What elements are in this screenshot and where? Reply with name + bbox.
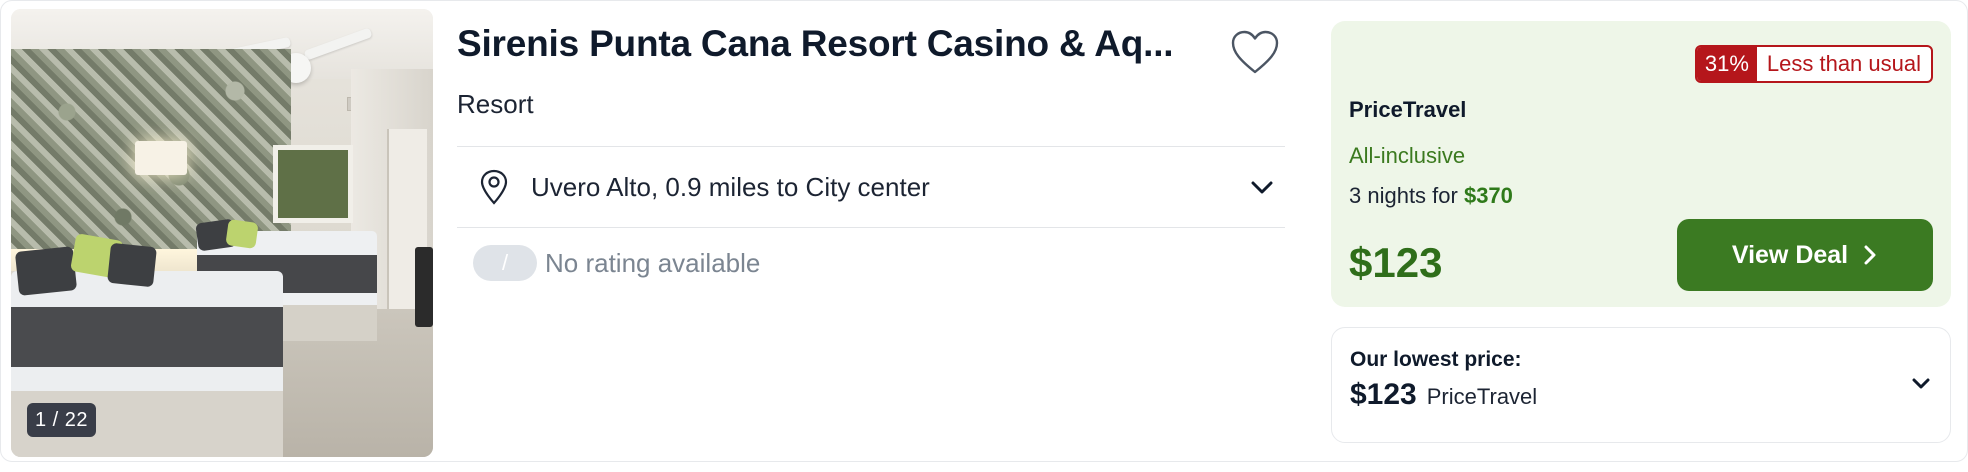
photo-pillow (107, 242, 157, 288)
photo-pillow (14, 246, 78, 296)
location-row[interactable]: Uvero Alto, 0.9 miles to City center (457, 147, 1285, 227)
chevron-down-icon[interactable] (1906, 368, 1936, 398)
photo-pillow (225, 219, 259, 249)
badge-text: Less than usual (1766, 51, 1921, 76)
photo-chair (415, 247, 433, 327)
deal-provider: PriceTravel (1349, 97, 1467, 122)
divider (457, 227, 1285, 228)
rating-row: / No rating available (473, 245, 760, 281)
favorite-button[interactable] (1227, 25, 1283, 79)
chevron-down-icon (1251, 181, 1273, 194)
stay-total-prefix: 3 nights for (1349, 183, 1464, 208)
photo-counter: 1 / 22 (27, 403, 97, 437)
lowest-price-label: Our lowest price: (1350, 348, 1522, 371)
lowest-price-provider: PriceTravel (1426, 384, 1538, 409)
stay-total: 3 nights for $370 (1349, 183, 1513, 209)
lowest-price-row: $123 PriceTravel (1350, 378, 1537, 412)
badge-percent: 31% (1696, 47, 1757, 81)
map-pin-icon (480, 169, 508, 205)
rating-text: No rating available (545, 247, 761, 278)
chevron-right-icon (1864, 245, 1876, 265)
deal-box[interactable]: 31% Less than usual PriceTravel All-incl… (1331, 21, 1951, 307)
hotel-result-card: 1 / 22 Sirenis Punta Cana Resort Casino … (0, 0, 1968, 462)
photo-picture-frame (273, 145, 353, 223)
board-type: All-inclusive (1349, 143, 1466, 168)
hotel-photo[interactable]: 1 / 22 (11, 9, 433, 457)
property-type: Resort (457, 89, 534, 119)
lowest-price-amount: $123 (1350, 378, 1417, 411)
nightly-price: $123 (1349, 239, 1443, 286)
view-deal-label: View Deal (1731, 240, 1849, 269)
photo-lamp (135, 141, 187, 175)
price-badge: 31% Less than usual (1694, 45, 1933, 83)
lowest-price-box[interactable]: Our lowest price: $123 PriceTravel (1331, 327, 1951, 443)
rating-pill: / (473, 245, 537, 281)
location-text: Uvero Alto, 0.9 miles to City center (531, 171, 930, 202)
heart-icon (1231, 30, 1279, 74)
hotel-title[interactable]: Sirenis Punta Cana Resort Casino & Aq... (457, 23, 1197, 65)
view-deal-button[interactable]: View Deal (1677, 219, 1933, 291)
stay-total-amount: $370 (1463, 183, 1513, 208)
